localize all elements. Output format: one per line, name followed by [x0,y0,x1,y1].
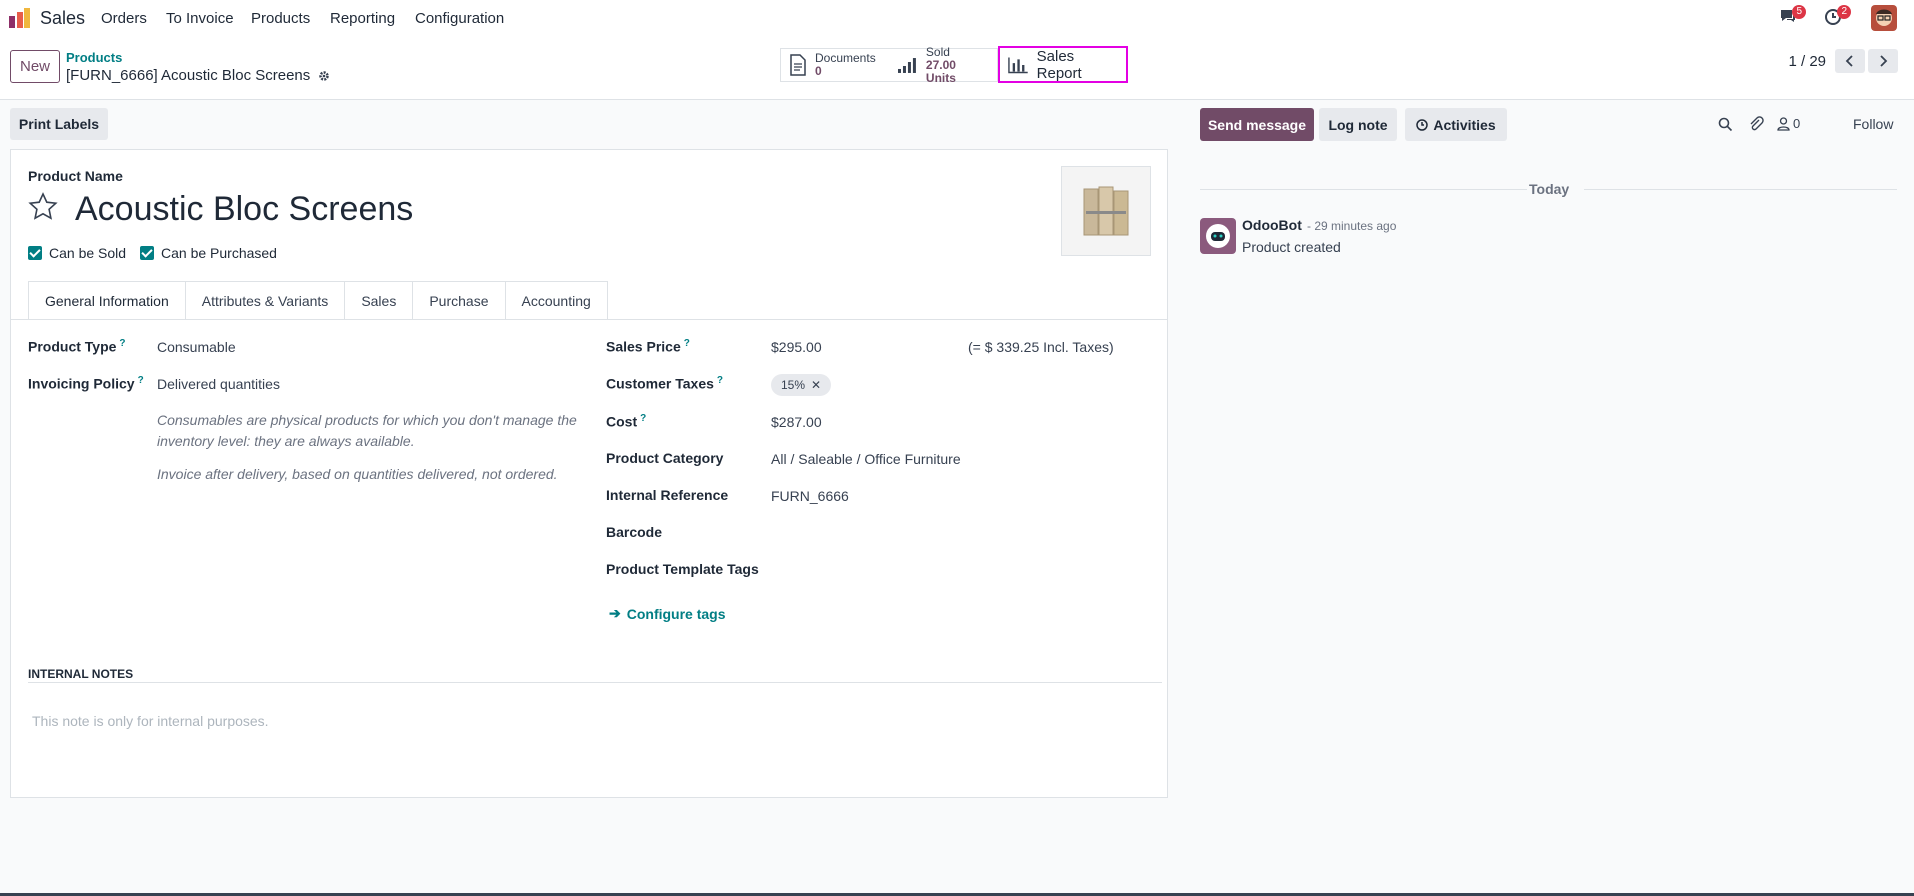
sales-report-label: Sales Report [1036,47,1082,82]
incl-taxes-value: (= $ 339.25 Incl. Taxes) [968,339,1114,355]
product-name[interactable]: Acoustic Bloc Screens [75,190,413,229]
can-be-sold-label: Can be Sold [49,245,127,261]
activities-button[interactable]: 2 [1823,5,1851,30]
gear-icon[interactable] [318,70,330,82]
send-message-button[interactable]: Send message [1200,108,1314,141]
invoicing-policy-help: Invoice after delivery, based on quantit… [157,466,558,482]
tax-tag[interactable]: 15% ✕ [771,374,832,396]
barcode-label: Barcode [606,524,663,540]
arrow-right-icon: ➔ [609,605,621,621]
today-divider-right [1584,189,1897,190]
tab-accounting[interactable]: Accounting [505,281,608,320]
internal-notes-field[interactable]: This note is only for internal purposes. [32,713,269,729]
menu-orders[interactable]: Orders [101,10,147,27]
pager-previous-button[interactable] [1835,49,1865,73]
product-form-sheet: Product Name Acoustic Bloc Screens Can b… [10,149,1168,798]
bar-chart-icon [1008,56,1028,73]
followers-count: 0 [1793,116,1801,131]
product-category-value[interactable]: All / Saleable / Office Furniture [771,451,961,467]
tab-sales[interactable]: Sales [345,281,414,320]
help-text-line-1: Consumables are physical products for wh… [157,412,577,428]
cost-label: Cost? [606,413,647,430]
message-body: Product created [1242,239,1341,255]
can-be-sold-checkbox[interactable] [28,246,42,260]
control-panel: New Products [FURN_6666] Acoustic Bloc S… [0,38,1914,100]
breadcrumb-products[interactable]: Products [66,50,122,65]
tab-purchase[interactable]: Purchase [413,281,506,320]
configure-tags-label: Configure tags [626,605,726,622]
message-time: - 29 minutes ago [1307,219,1397,233]
message-author[interactable]: OdooBot [1242,217,1302,233]
tax-tag-label: 15% [781,378,806,392]
log-note-button[interactable]: Log note [1319,108,1397,141]
messages-button[interactable]: 5 [1778,5,1806,30]
product-template-tags-label: Product Template Tags [606,561,759,577]
menu-products[interactable]: Products [251,10,310,27]
product-type-help: Consumables are physical products for wh… [157,410,577,452]
breadcrumb-current: [FURN_6666] Acoustic Bloc Screens [66,67,330,84]
messages-badge: 5 [1792,5,1806,19]
sold-smart-button[interactable]: Sold 27.00 Units [890,44,998,85]
invoicing-policy-value[interactable]: Delivered quantities [157,376,280,392]
user-avatar[interactable] [1871,5,1897,31]
sales-price-label: Sales Price? [606,338,690,355]
documents-value: 0 [815,64,822,78]
documents-smart-button[interactable]: Documents 0 [780,48,891,82]
clock-icon [1416,118,1429,131]
form-tabs: General Information Attributes & Variant… [28,281,608,320]
invoicing-policy-label: Invoicing Policy? [28,375,144,392]
activities-chatter-button[interactable]: Activities [1405,108,1507,141]
can-be-purchased-label: Can be Purchased [161,245,277,261]
odoobot-avatar[interactable] [1200,218,1236,254]
followers-button[interactable]: 0 [1777,116,1800,131]
user-icon [1777,116,1790,131]
product-type-value[interactable]: Consumable [157,339,236,355]
activities-badge: 2 [1837,5,1851,19]
product-image[interactable] [1061,166,1151,256]
chevron-left-icon [1845,55,1853,67]
new-button[interactable]: New [10,50,60,83]
sales-price-value[interactable]: $295.00 [771,339,822,355]
product-category-label: Product Category [606,450,724,466]
configure-tags-link[interactable]: ➔ Configure tags [609,605,726,622]
pager-value[interactable]: 1 / 29 [1788,53,1826,70]
customer-taxes-label: Customer Taxes? [606,375,724,392]
menu-configuration[interactable]: Configuration [415,10,504,27]
product-name-label: Product Name [28,168,123,184]
top-navbar: Sales Orders To Invoice Products Reporti… [0,0,1914,38]
product-type-label: Product Type? [28,338,126,355]
internal-notes-title: INTERNAL NOTES [28,667,134,681]
pager-next-button[interactable] [1868,49,1898,73]
notes-divider [28,682,1162,683]
menu-to-invoice[interactable]: To Invoice [166,10,234,27]
favorite-star-icon[interactable] [28,192,58,222]
sales-report-smart-button[interactable]: Sales Report [998,46,1128,83]
chevron-right-icon [1880,55,1888,67]
sold-label: Sold [925,44,950,59]
help-text-line-2: inventory level: they are always availab… [157,433,415,449]
tax-tag-remove-icon[interactable]: ✕ [811,378,821,392]
sales-app-icon[interactable] [9,8,31,28]
tab-divider [11,319,1167,320]
today-label: Today [1529,181,1570,197]
internal-reference-value[interactable]: FURN_6666 [771,488,849,504]
signal-bars-icon [898,58,916,73]
document-icon [790,54,806,76]
print-labels-button[interactable]: Print Labels [10,108,108,140]
tab-attributes-variants[interactable]: Attributes & Variants [185,281,346,320]
cost-value[interactable]: $287.00 [771,414,822,430]
activities-chatter-label: Activities [1433,116,1496,133]
documents-label: Documents [815,51,876,65]
breadcrumb-current-label: [FURN_6666] Acoustic Bloc Screens [66,67,311,84]
app-name[interactable]: Sales [40,8,85,29]
can-be-purchased-checkbox[interactable] [140,246,154,260]
paperclip-icon[interactable] [1748,116,1764,132]
follow-button[interactable]: Follow [1853,116,1893,132]
menu-reporting[interactable]: Reporting [330,10,395,27]
sold-value: 27.00 Units [925,57,956,85]
search-icon[interactable] [1718,117,1733,132]
today-divider-left [1200,189,1527,190]
internal-reference-label: Internal Reference [606,487,729,503]
tab-general-information[interactable]: General Information [28,281,186,320]
